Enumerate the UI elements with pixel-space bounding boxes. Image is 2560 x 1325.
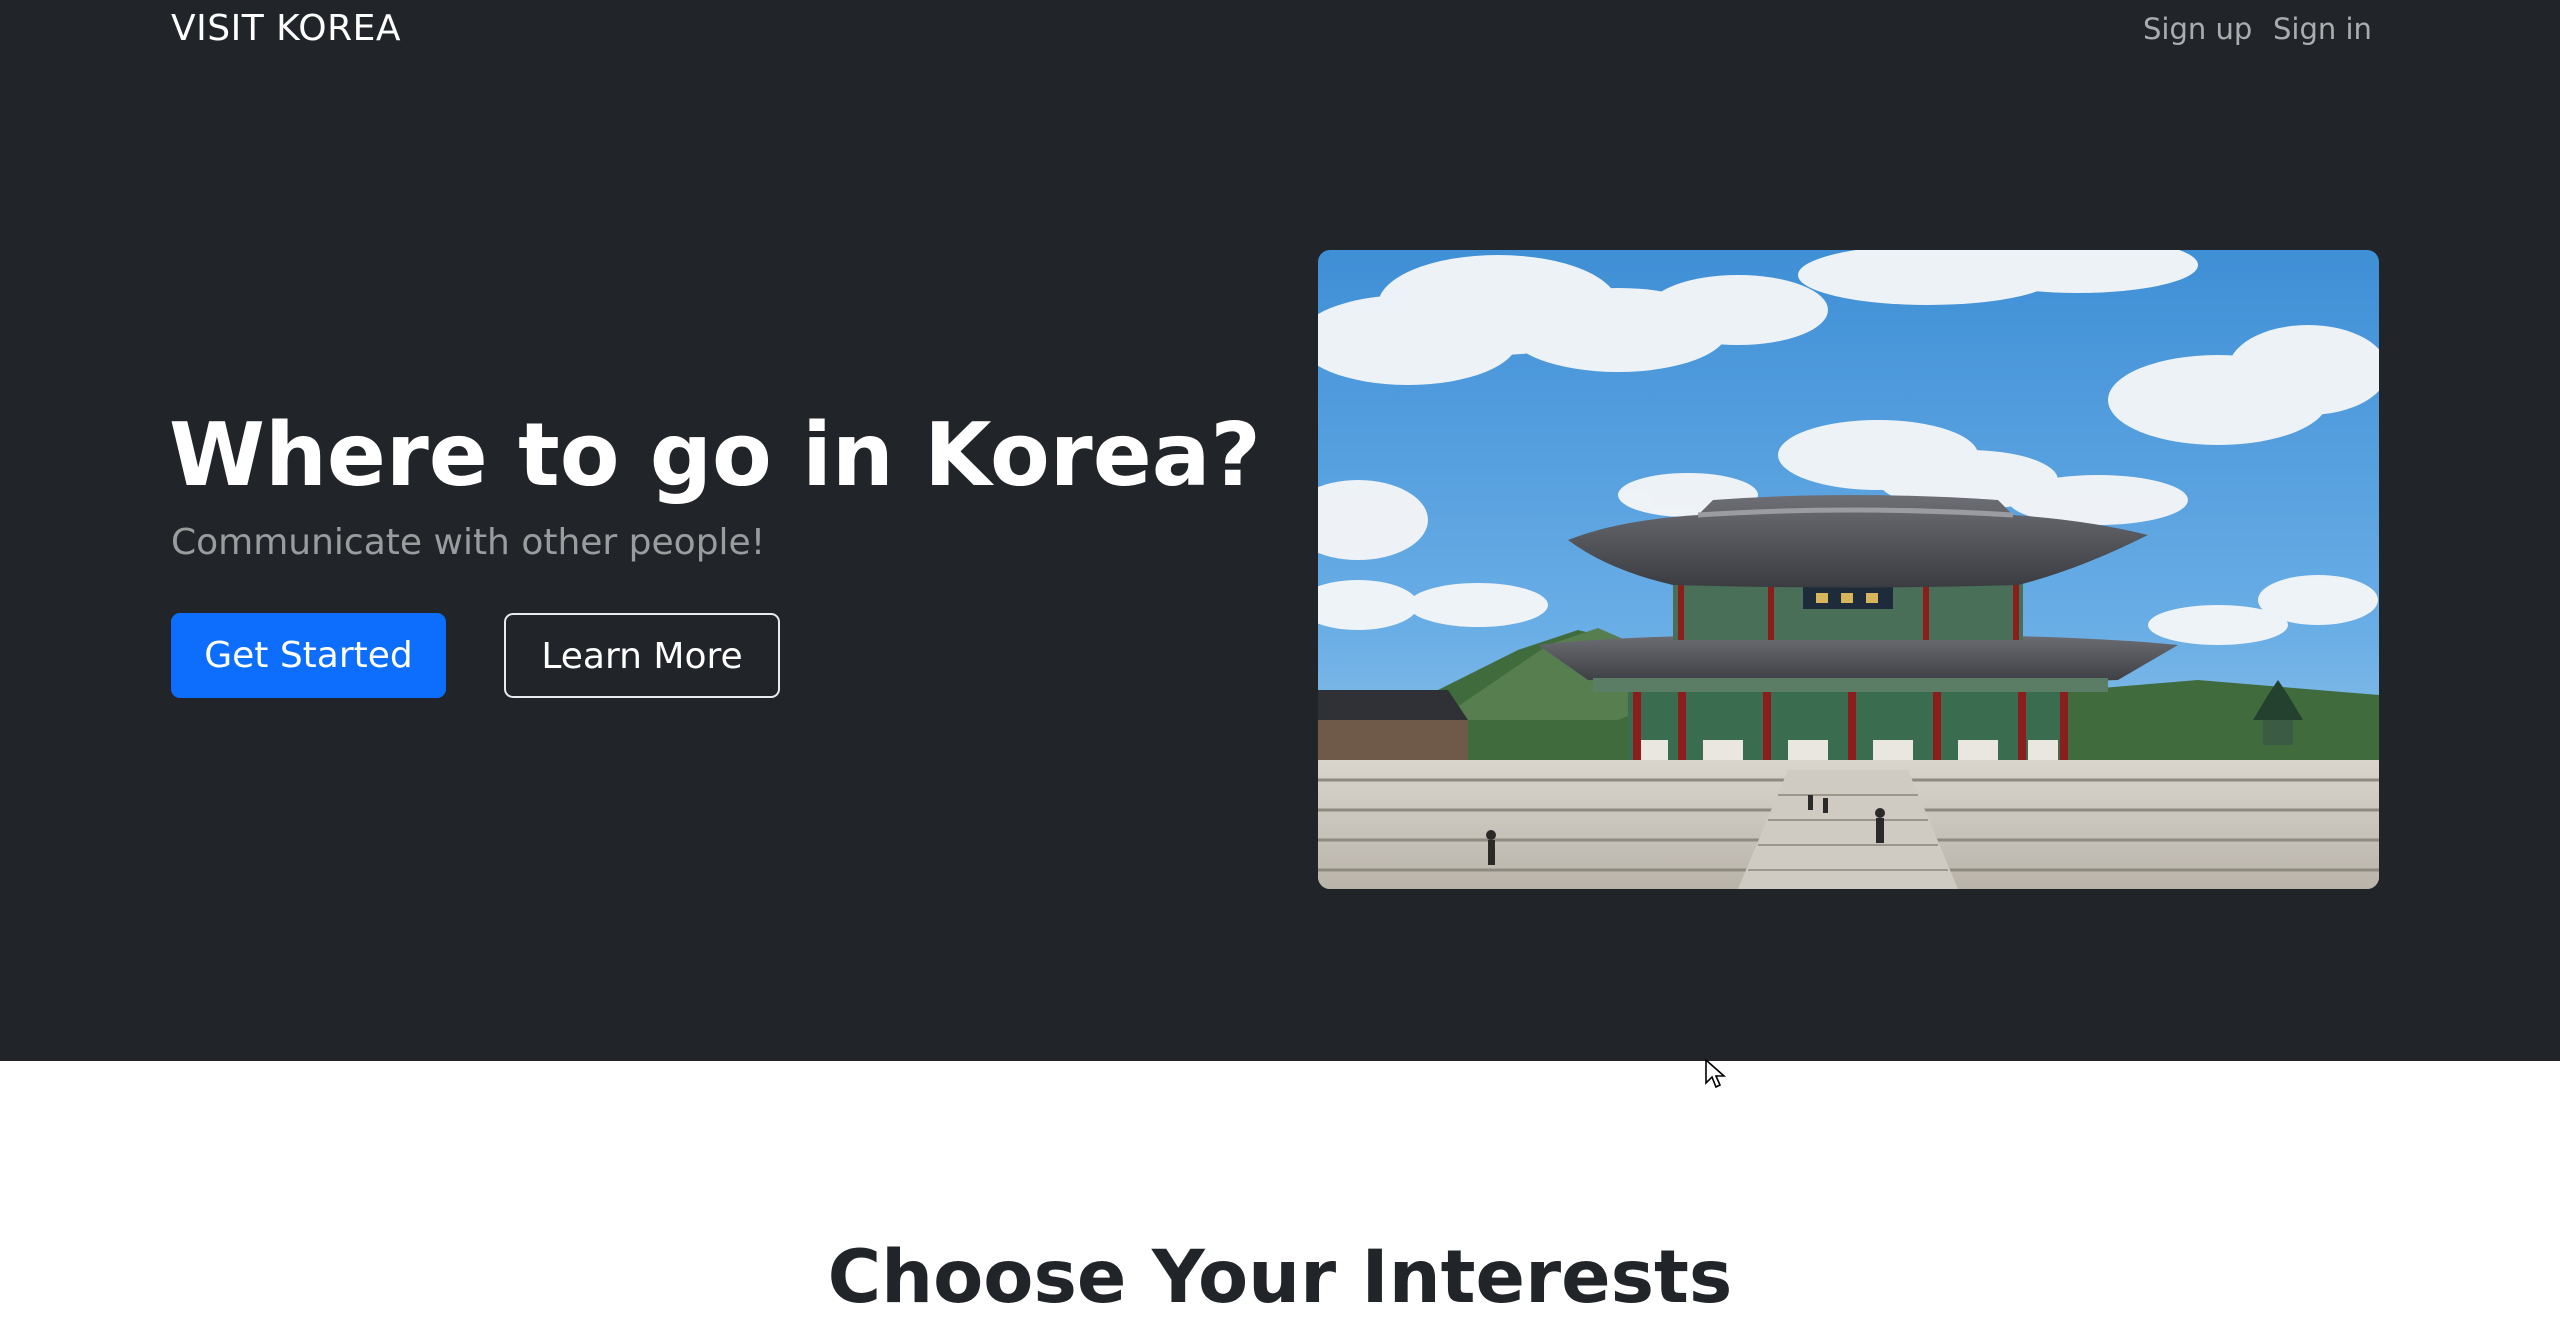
sign-in-link[interactable]: Sign in bbox=[2273, 8, 2372, 50]
hero-section: VISIT KOREA Sign up Sign in Where to go … bbox=[0, 0, 2560, 1061]
get-started-button[interactable]: Get Started bbox=[171, 613, 446, 698]
hero-subtitle: Communicate with other people! bbox=[171, 522, 766, 563]
palace-image bbox=[1318, 250, 2379, 889]
interests-heading: Choose Your Interests bbox=[827, 1235, 1733, 1320]
brand-logo-link[interactable]: VISIT KOREA bbox=[171, 6, 401, 52]
sign-up-link[interactable]: Sign up bbox=[2143, 8, 2252, 50]
top-navbar: VISIT KOREA Sign up Sign in bbox=[0, 0, 2560, 60]
mouse-cursor-icon bbox=[1705, 1059, 1727, 1089]
hero-title: Where to go in Korea? bbox=[169, 404, 1261, 506]
learn-more-button[interactable]: Learn More bbox=[504, 613, 780, 698]
